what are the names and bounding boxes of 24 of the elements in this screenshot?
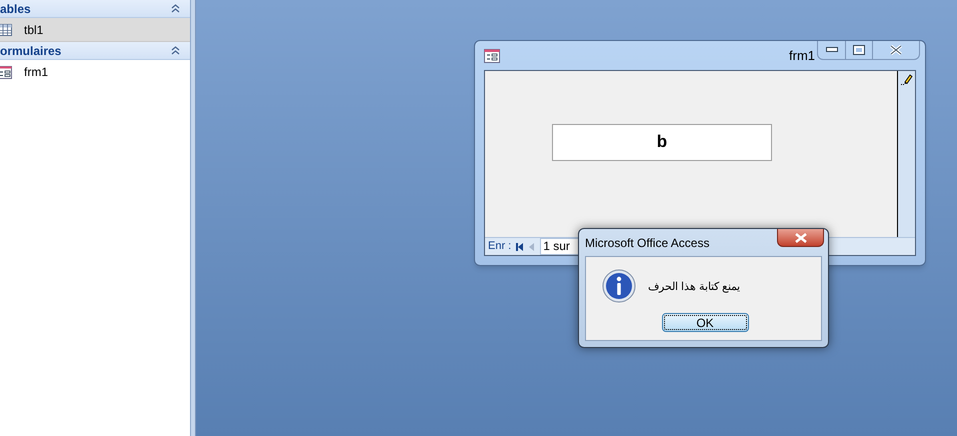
record-number-field[interactable]: 1 sur [540,238,580,255]
nav-item[interactable]: tbl1 [0,18,190,42]
ok-button[interactable]: OK [662,313,748,332]
dialog-message: يمنع كتابة هذا الحرف [648,280,740,295]
close-icon [794,232,806,242]
collapse-icon [171,4,180,13]
item-label: frm1 [24,64,48,81]
close-icon [890,45,902,55]
information-icon [602,269,636,303]
form-icon [484,48,500,64]
minimize-icon [826,47,838,53]
first-record-icon[interactable] [516,242,524,250]
group-header[interactable]: ables [0,0,190,18]
close-button[interactable] [777,229,824,247]
collapse-icon [171,46,180,55]
window-title: frm1 [789,46,815,65]
group-header[interactable]: ormulaires [0,42,190,60]
navigation-label: Enr : [488,239,512,254]
item-label: tbl1 [24,22,44,38]
table-icon [0,24,12,36]
form-icon [0,66,12,78]
dialog-title: Microsoft Office Access [585,234,710,252]
maximize-icon [853,45,865,55]
text-box[interactable]: b [552,124,772,161]
